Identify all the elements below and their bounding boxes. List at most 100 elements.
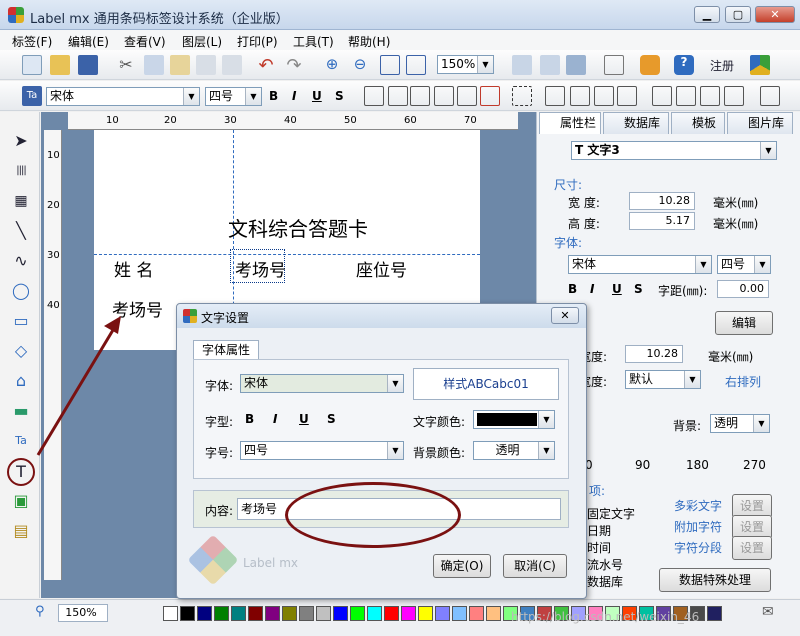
width-input[interactable]: 10.28 <box>629 192 695 210</box>
update-icon[interactable] <box>750 55 770 75</box>
object-select[interactable]: T 文字3 ▼ <box>571 141 777 160</box>
maximize-button[interactable]: ▢ <box>725 6 751 23</box>
align-top-icon[interactable] <box>410 86 430 106</box>
distribute-v-icon[interactable] <box>570 86 590 106</box>
tab-font-properties[interactable]: 字体属性 <box>193 340 259 360</box>
redo-icon[interactable]: ↷ <box>284 55 304 76</box>
menu-edit[interactable]: 编辑(E) <box>68 33 109 50</box>
menu-help[interactable]: 帮助(H) <box>348 33 390 50</box>
bold-button[interactable]: B <box>269 89 278 103</box>
resize-icon[interactable] <box>760 86 780 106</box>
opt-database[interactable]: 数据库 <box>587 573 623 590</box>
opt-fixed-text[interactable]: 固定文字 <box>587 505 635 522</box>
menu-view[interactable]: 查看(V) <box>124 33 166 50</box>
help-icon[interactable]: ? <box>674 55 694 75</box>
zoom-out-icon[interactable]: ⊖ <box>350 55 370 75</box>
kuan2-select[interactable]: 默认 ▼ <box>625 370 701 389</box>
panel-underline-button[interactable]: U <box>612 282 622 296</box>
curve-icon[interactable]: ∿ <box>10 250 32 272</box>
image-icon[interactable]: ▣ <box>10 490 32 512</box>
save-icon[interactable] <box>78 55 98 75</box>
rotate-270[interactable]: 270 <box>743 458 766 472</box>
open-icon[interactable] <box>50 55 70 75</box>
text-style-icon[interactable]: Ta <box>22 86 42 106</box>
cut-icon[interactable]: ✂ <box>116 55 136 75</box>
align-middle-icon[interactable] <box>457 86 477 106</box>
align-bottom-icon[interactable] <box>434 86 454 106</box>
opt-serial[interactable]: 流水号 <box>587 556 623 573</box>
qrcode-icon[interactable]: ▦ <box>10 190 32 212</box>
set-button[interactable]: 设置 <box>732 536 772 560</box>
print-preview-icon[interactable] <box>512 55 532 75</box>
opt-date[interactable]: 日期 <box>587 522 611 539</box>
paste-icon[interactable] <box>170 55 190 75</box>
opt-append-char[interactable]: 附加字符 <box>674 518 722 535</box>
ellipse-icon[interactable]: ◯ <box>10 280 32 302</box>
center-icon[interactable] <box>480 86 500 106</box>
database-icon[interactable] <box>640 55 660 75</box>
color-swatch[interactable] <box>435 606 450 621</box>
rotate-90[interactable]: 90 <box>635 458 650 472</box>
canvas-seat-text[interactable]: 座位号 <box>356 256 407 281</box>
dialog-close-button[interactable]: ✕ <box>551 307 579 324</box>
panel-size-select[interactable]: 四号 ▼ <box>717 255 771 274</box>
bg-select[interactable]: 透明 ▼ <box>710 414 770 433</box>
color-swatch[interactable] <box>197 606 212 621</box>
height-input[interactable]: 5.17 <box>629 212 695 230</box>
tab-template[interactable]: 模板 <box>671 112 725 134</box>
tab-images[interactable]: 图片库 <box>727 112 793 134</box>
color-swatch[interactable] <box>214 606 229 621</box>
copy-icon[interactable] <box>144 55 164 75</box>
paste-special-icon[interactable] <box>196 55 216 75</box>
polygon-icon[interactable]: ⌂ <box>10 370 32 392</box>
color-swatch[interactable] <box>418 606 433 621</box>
color-swatch[interactable] <box>333 606 348 621</box>
menu-print[interactable]: 打印(P) <box>237 33 278 50</box>
dialog-font-select[interactable]: 宋体 ▼ <box>240 374 404 393</box>
tab-database[interactable]: 数据库 <box>603 112 669 134</box>
spacing-input[interactable]: 0.00 <box>717 280 769 298</box>
same-width-icon[interactable] <box>594 86 614 106</box>
fill-rect-icon[interactable]: ▬ <box>10 400 32 422</box>
strike-button[interactable]: S <box>335 89 344 103</box>
undo-icon[interactable]: ↶ <box>256 55 276 76</box>
line-icon[interactable]: ╲ <box>10 220 32 242</box>
align-left-icon[interactable] <box>364 86 384 106</box>
bg-color-select[interactable]: 透明 ▼ <box>473 441 555 460</box>
rotate-icon[interactable] <box>676 86 696 106</box>
grid-icon[interactable] <box>604 55 624 75</box>
color-swatch[interactable] <box>299 606 314 621</box>
color-swatch[interactable] <box>486 606 501 621</box>
new-icon[interactable] <box>22 55 42 75</box>
cancel-button[interactable]: 取消(C) <box>503 554 567 578</box>
barcode-icon[interactable]: |||| <box>10 160 32 182</box>
fit-page-icon[interactable] <box>380 55 400 75</box>
panel-strike-button[interactable]: S <box>634 282 643 296</box>
dialog-bold-button[interactable]: B <box>245 412 254 426</box>
h-spacing-icon[interactable] <box>700 86 720 106</box>
italic-button[interactable]: I <box>292 89 296 103</box>
canvas-room2-text[interactable]: 考场号 <box>112 296 163 321</box>
distribute-h-icon[interactable] <box>545 86 565 106</box>
status-zoom[interactable]: 150% <box>58 604 108 622</box>
menu-tools[interactable]: 工具(T) <box>293 33 334 50</box>
dialog-underline-button[interactable]: U <box>299 412 309 426</box>
color-swatch[interactable] <box>707 606 722 621</box>
v-spacing-icon[interactable] <box>724 86 744 106</box>
color-swatch[interactable] <box>282 606 297 621</box>
color-swatch[interactable] <box>452 606 467 621</box>
color-swatch[interactable] <box>231 606 246 621</box>
print-icon[interactable] <box>566 55 586 75</box>
group-icon[interactable] <box>512 86 532 106</box>
clone-icon[interactable] <box>222 55 242 75</box>
menu-layer[interactable]: 图层(L) <box>182 33 222 50</box>
canvas-name-text[interactable]: 姓 名 <box>114 256 153 281</box>
rectangle-icon[interactable]: ▭ <box>10 310 32 332</box>
color-swatch[interactable] <box>469 606 484 621</box>
panel-font-select[interactable]: 宋体 ▼ <box>568 255 712 274</box>
color-swatch[interactable] <box>163 606 178 621</box>
actual-size-icon[interactable] <box>406 55 426 75</box>
color-swatch[interactable] <box>316 606 331 621</box>
size-select[interactable]: 四号 ▼ <box>205 87 262 106</box>
dialog-strike-button[interactable]: S <box>327 412 336 426</box>
